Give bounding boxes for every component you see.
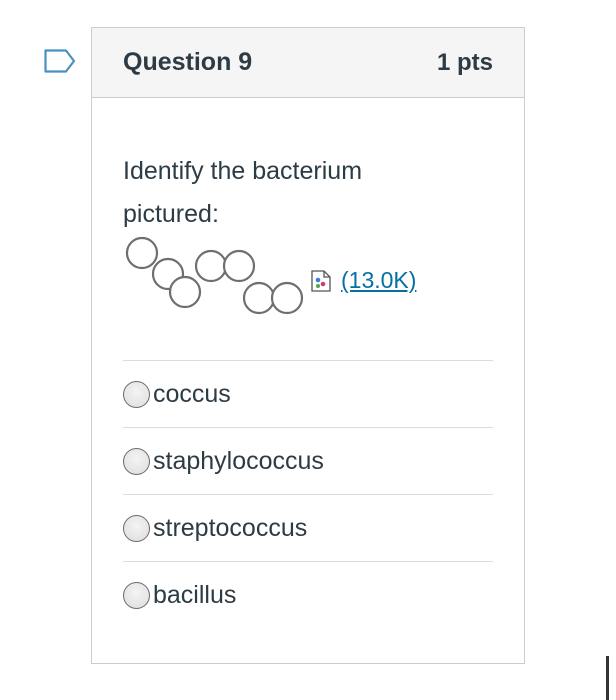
question-body: Identify the bacterium pictured: (13.0K)… [92, 150, 524, 628]
coccus-cell [125, 236, 159, 270]
answer-option-streptococcus[interactable]: streptococcus [123, 495, 493, 562]
answer-label: bacillus [153, 580, 237, 609]
question-header: Question 9 1 pts [92, 28, 524, 98]
radio-button[interactable] [123, 514, 150, 542]
coccus-cell [194, 249, 228, 283]
answer-option-coccus[interactable]: coccus [123, 361, 493, 428]
bacteria-chain-figure [125, 236, 304, 315]
coccus-cell [222, 249, 256, 283]
answer-option-staphylococcus[interactable]: staphylococcus [123, 428, 493, 495]
scrollbar-indicator[interactable] [606, 656, 609, 700]
coccus-cell [242, 281, 276, 315]
answer-label: coccus [153, 379, 231, 408]
answer-option-bacillus[interactable]: bacillus [123, 562, 493, 628]
radio-button[interactable] [123, 380, 150, 408]
answer-label: streptococcus [153, 513, 308, 542]
question-title: Question 9 [123, 48, 253, 76]
radio-button[interactable] [123, 447, 150, 475]
answer-label: staphylococcus [153, 446, 324, 475]
bookmark-flag-icon[interactable] [44, 49, 76, 73]
question-card: Question 9 1 pts Identify the bacterium … [91, 27, 525, 664]
question-points: 1 pts [436, 48, 493, 76]
coccus-cell [270, 281, 304, 315]
question-prompt: Identify the bacterium pictured: [123, 157, 363, 228]
answer-list: coccus staphylococcus streptococcus baci… [123, 360, 493, 628]
figure-row: (13.0K) [123, 236, 493, 340]
attachment-link[interactable]: (13.0K) [341, 267, 416, 294]
radio-button[interactable] [123, 581, 150, 609]
image-file-icon[interactable] [311, 270, 331, 292]
coccus-cell [168, 275, 202, 309]
